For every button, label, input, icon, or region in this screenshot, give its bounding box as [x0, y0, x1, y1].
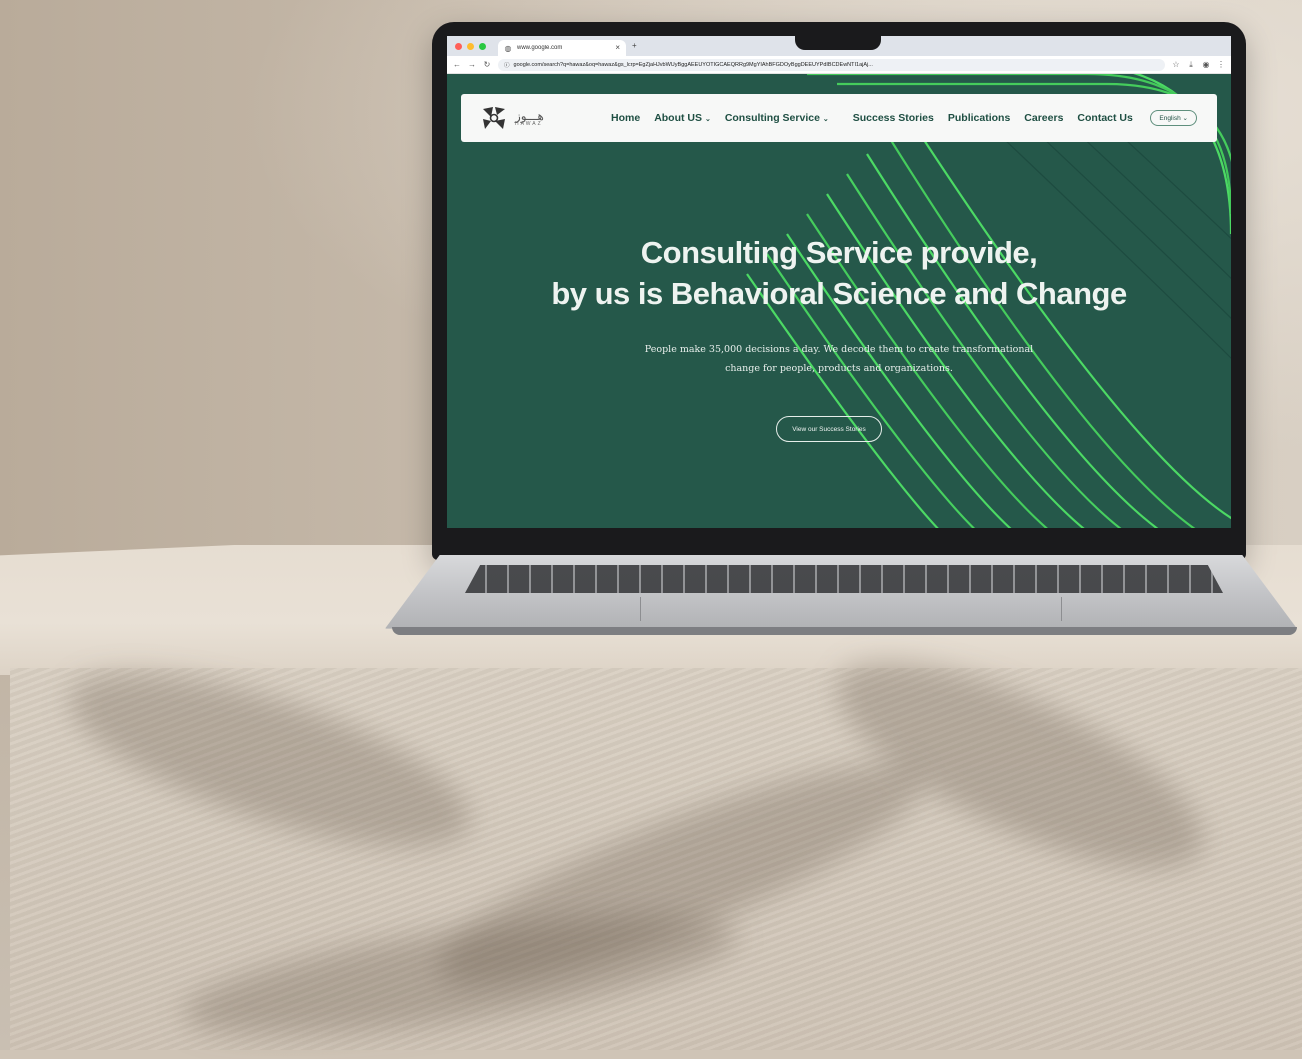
download-icon[interactable]: ⤓: [1187, 60, 1195, 70]
nav-home[interactable]: Home: [611, 112, 640, 124]
chevron-down-icon: ⌄: [822, 116, 829, 123]
hero-subtitle-line: People make 35,000 decisions a day. We d…: [644, 344, 1034, 355]
nav-consulting-service[interactable]: Consulting Service ⌄: [725, 112, 829, 124]
tab-close-icon[interactable]: ×: [615, 44, 620, 52]
laptop-screen: ◍ www.google.com × + ← → ↻ ⓘ google.com/…: [447, 36, 1231, 528]
site-navbar: هـــوز HAWAZ Home About US ⌄ Consulting …: [461, 94, 1217, 142]
laptop-trackpad: [640, 597, 1062, 621]
logo-latin-text: HAWAZ: [515, 120, 543, 127]
site-logo[interactable]: هـــوز HAWAZ: [481, 105, 601, 131]
logo-arabic-text: هـــوز: [515, 108, 544, 123]
maximize-window-button[interactable]: [479, 42, 486, 50]
globe-icon: ◍: [504, 43, 512, 53]
hero-title-line: by us is Behavioral Science and Change: [551, 276, 1127, 311]
forward-icon[interactable]: →: [468, 60, 476, 69]
nav-contact-us[interactable]: Contact Us: [1077, 112, 1132, 124]
camera-notch: [795, 36, 881, 50]
hero-title-line: Consulting Service provide,: [640, 235, 1038, 270]
browser-tab[interactable]: ◍ www.google.com ×: [498, 40, 626, 56]
nav-publications[interactable]: Publications: [948, 112, 1010, 124]
laptop-base-edge: [392, 627, 1297, 635]
minimize-window-button[interactable]: [467, 42, 474, 50]
info-icon[interactable]: ⓘ: [504, 61, 510, 69]
language-selector[interactable]: English ⌄: [1150, 110, 1197, 126]
back-icon[interactable]: ←: [453, 60, 461, 69]
browser-toolbar: ← → ↻ ⓘ google.com/search?q=hawaz&oq=haw…: [447, 56, 1231, 74]
nav-careers[interactable]: Careers: [1024, 112, 1063, 124]
close-window-button[interactable]: [455, 42, 462, 50]
chevron-down-icon: ⌄: [704, 116, 711, 123]
nav-about-us[interactable]: About US ⌄: [654, 112, 711, 124]
nav-success-stories[interactable]: Success Stories: [853, 112, 934, 124]
url-text: google.com/search?q=hawaz&oq=hawaz&gs_lc…: [513, 61, 873, 68]
window-controls: [455, 42, 486, 50]
logo-mark-icon: [483, 107, 505, 129]
hero-title: Consulting Service provide, by us is Beh…: [447, 232, 1231, 314]
address-bar[interactable]: ⓘ google.com/search?q=hawaz&oq=hawaz&gs_…: [498, 58, 1165, 71]
new-tab-button[interactable]: +: [632, 42, 637, 50]
view-success-stories-button[interactable]: View our Success Stories: [776, 416, 882, 442]
reload-icon[interactable]: ↻: [483, 60, 491, 69]
hero-subtitle: People make 35,000 decisions a day. We d…: [617, 340, 1061, 378]
menu-icon[interactable]: ⋮: [1217, 60, 1225, 69]
hero-subtitle-line: change for people, products and organiza…: [725, 363, 953, 374]
website-page: هـــوز HAWAZ Home About US ⌄ Consulting …: [447, 74, 1231, 528]
laptop-keyboard: [465, 565, 1223, 593]
main-nav: Home About US ⌄ Consulting Service ⌄ Suc…: [611, 112, 1133, 124]
tab-title: www.google.com: [517, 45, 563, 51]
star-icon[interactable]: ☆: [1172, 60, 1180, 69]
profile-icon[interactable]: ◉: [1202, 60, 1210, 69]
